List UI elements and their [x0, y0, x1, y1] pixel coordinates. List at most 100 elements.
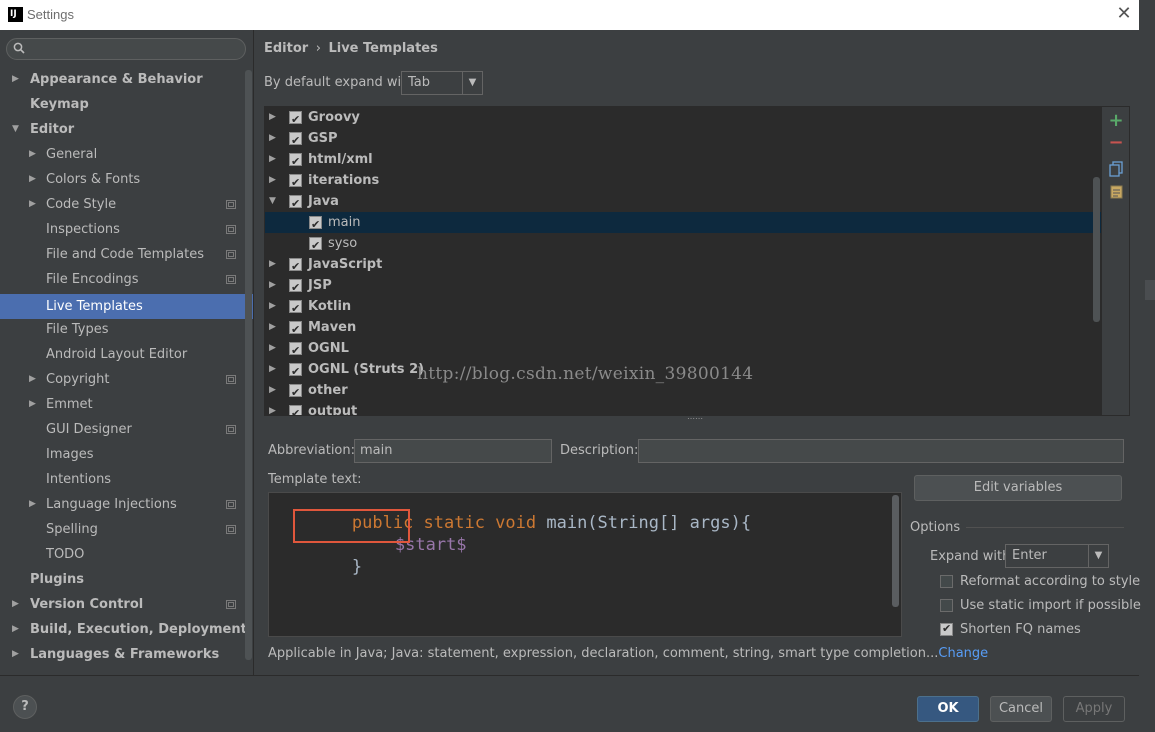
sidebar-item-android-layout-editor[interactable]: Android Layout Editor	[0, 342, 245, 367]
shorten-fq-names-checkbox[interactable]: Shorten FQ names	[940, 621, 1130, 639]
expand-arrow-icon[interactable]: ▶	[29, 492, 39, 517]
expand-arrow-icon[interactable]: ▶	[29, 192, 39, 217]
sidebar-item-editor[interactable]: ▼ Editor	[0, 117, 245, 142]
collapse-arrow-icon[interactable]: ▼	[12, 117, 22, 142]
expand-arrow-icon[interactable]: ▶	[269, 380, 276, 401]
sidebar-item-build-execution-deployment[interactable]: ▶ Build, Execution, Deployment	[0, 617, 247, 642]
template-row[interactable]: syso	[265, 233, 1101, 256]
expand-arrow-icon[interactable]: ▶	[12, 617, 22, 642]
expand-arrow-icon[interactable]: ▶	[12, 642, 22, 667]
static-import-checkbox[interactable]: Use static import if possible	[940, 597, 1141, 615]
template-group-row[interactable]: ▼ Java	[265, 191, 1101, 214]
sidebar-item-file-code-templates[interactable]: File and Code Templates	[0, 242, 245, 267]
expand-arrow-icon[interactable]: ▶	[269, 254, 276, 275]
settings-search-input[interactable]	[6, 38, 246, 60]
template-text-editor[interactable]: public static void main(String[] args){ …	[268, 492, 902, 637]
expand-arrow-icon[interactable]: ▶	[269, 107, 276, 128]
expand-arrow-icon[interactable]: ▶	[29, 367, 39, 392]
sidebar-scrollbar[interactable]	[245, 70, 252, 660]
sidebar-item-language-injections[interactable]: ▶ Language Injections	[0, 492, 245, 517]
help-icon[interactable]: ?	[13, 695, 37, 719]
template-group-row[interactable]: ▶ Groovy	[265, 107, 1101, 130]
group-checkbox[interactable]	[289, 340, 302, 361]
expand-arrow-icon[interactable]: ▶	[269, 275, 276, 296]
template-row[interactable]: main	[265, 212, 1101, 235]
sidebar-item-file-types[interactable]: File Types	[0, 317, 245, 342]
splitter-handle-icon[interactable]: ⋯⋯	[687, 415, 703, 423]
expand-arrow-icon[interactable]: ▶	[12, 592, 22, 617]
template-group-row[interactable]: ▶ output	[265, 401, 1101, 415]
sidebar-item-emmet[interactable]: ▶ Emmet	[0, 392, 245, 417]
description-field[interactable]	[638, 439, 1124, 463]
default-expand-select[interactable]: Tab ▼	[401, 71, 483, 95]
template-group-row[interactable]: ▶ OGNL	[265, 338, 1101, 361]
expand-with-select[interactable]: Enter ▼	[1005, 544, 1109, 568]
template-group-row[interactable]: ▶ GSP	[265, 128, 1101, 151]
group-checkbox[interactable]	[289, 298, 302, 319]
ok-button[interactable]: OK	[917, 696, 979, 722]
sidebar-item-version-control[interactable]: ▶ Version Control	[0, 592, 245, 617]
expand-arrow-icon[interactable]: ▶	[29, 392, 39, 417]
group-checkbox[interactable]	[289, 151, 302, 172]
group-checkbox[interactable]	[289, 130, 302, 151]
expand-arrow-icon[interactable]: ▶	[269, 338, 276, 359]
template-group-row[interactable]: ▶ JavaScript	[265, 254, 1101, 277]
template-checkbox[interactable]	[309, 235, 322, 256]
expand-arrow-icon[interactable]: ▶	[269, 359, 276, 380]
sidebar-item-copyright[interactable]: ▶ Copyright	[0, 367, 245, 392]
expand-arrow-icon[interactable]: ▶	[269, 170, 276, 191]
sidebar-item-intentions[interactable]: Intentions	[0, 467, 245, 492]
abbreviation-field[interactable]: main	[354, 439, 552, 463]
group-checkbox[interactable]	[289, 361, 302, 382]
sidebar-item-languages-frameworks[interactable]: ▶ Languages & Frameworks	[0, 642, 245, 667]
add-icon[interactable]: +	[1108, 112, 1124, 130]
sidebar-item-code-style[interactable]: ▶ Code Style	[0, 192, 245, 217]
group-checkbox[interactable]	[289, 403, 302, 415]
expand-arrow-icon[interactable]: ▶	[29, 167, 39, 192]
group-checkbox[interactable]	[289, 172, 302, 193]
edit-variables-button[interactable]: Edit variables	[914, 475, 1122, 501]
checkbox-box[interactable]	[940, 599, 953, 612]
group-checkbox[interactable]	[289, 256, 302, 277]
expand-arrow-icon[interactable]: ▶	[269, 149, 276, 170]
group-checkbox[interactable]	[289, 382, 302, 403]
template-checkbox[interactable]	[309, 214, 322, 235]
group-checkbox[interactable]	[289, 109, 302, 130]
sidebar-item-plugins[interactable]: Plugins	[0, 567, 245, 592]
sidebar-item-live-templates[interactable]: Live Templates	[0, 294, 253, 319]
apply-button[interactable]: Apply	[1063, 696, 1125, 722]
editor-scrollbar[interactable]	[892, 495, 899, 607]
checkbox-box[interactable]	[940, 621, 953, 637]
expand-arrow-icon[interactable]: ▶	[269, 317, 276, 338]
sidebar-item-todo[interactable]: TODO	[0, 542, 245, 567]
sidebar-item-gui-designer[interactable]: GUI Designer	[0, 417, 245, 442]
expand-arrow-icon[interactable]: ▶	[29, 142, 39, 167]
template-group-row[interactable]: ▶ JSP	[265, 275, 1101, 298]
sidebar-item-appearance-behavior[interactable]: ▶ Appearance & Behavior	[0, 67, 245, 92]
change-link[interactable]: Change	[938, 646, 988, 661]
close-icon[interactable]: ✕	[1115, 4, 1133, 24]
expand-arrow-icon[interactable]: ▶	[12, 67, 22, 92]
expand-arrow-icon[interactable]: ▶	[269, 401, 276, 415]
template-group-row[interactable]: ▶ Maven	[265, 317, 1101, 340]
cancel-button[interactable]: Cancel	[990, 696, 1052, 722]
sidebar-item-file-encodings[interactable]: File Encodings	[0, 267, 245, 292]
sidebar-item-inspections[interactable]: Inspections	[0, 217, 245, 242]
group-checkbox[interactable]	[289, 319, 302, 340]
sidebar-item-keymap[interactable]: Keymap	[0, 92, 245, 117]
remove-icon[interactable]: −	[1108, 134, 1124, 152]
group-checkbox[interactable]	[289, 193, 302, 214]
expand-arrow-icon[interactable]: ▶	[269, 128, 276, 149]
sidebar-item-images[interactable]: Images	[0, 442, 245, 467]
group-checkbox[interactable]	[289, 277, 302, 298]
copy-icon[interactable]	[1108, 161, 1124, 177]
sidebar-item-spelling[interactable]: Spelling	[0, 517, 245, 542]
sidebar-item-colors-fonts[interactable]: ▶ Colors & Fonts	[0, 167, 245, 192]
template-group-row[interactable]: ▶ html/xml	[265, 149, 1101, 172]
template-tree-scrollbar[interactable]	[1093, 177, 1100, 322]
sidebar-item-general[interactable]: ▶ General	[0, 142, 245, 167]
template-group-row[interactable]: ▶ Kotlin	[265, 296, 1101, 319]
reformat-checkbox[interactable]: Reformat according to style	[940, 573, 1140, 591]
expand-arrow-icon[interactable]: ▶	[269, 296, 276, 317]
collapse-arrow-icon[interactable]: ▼	[269, 191, 276, 212]
